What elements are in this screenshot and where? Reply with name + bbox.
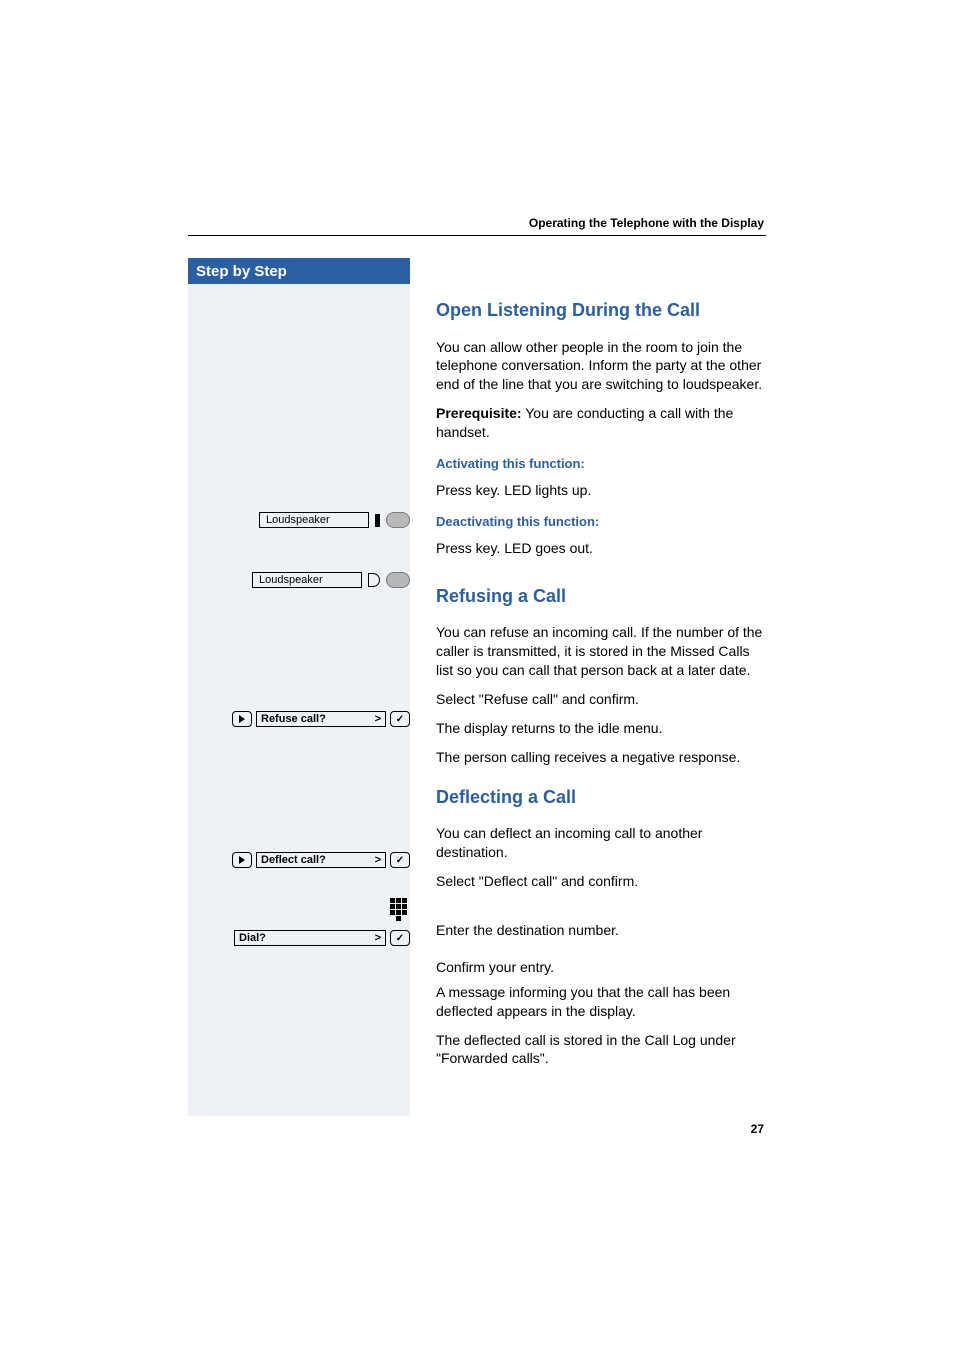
loudspeaker-key-on: Loudspeaker bbox=[259, 512, 410, 528]
nav-next-icon bbox=[232, 711, 252, 727]
keypad-icon-row bbox=[390, 898, 410, 921]
subheading-deactivating: Deactivating this function: bbox=[436, 514, 764, 529]
header-rule bbox=[188, 235, 766, 236]
menu-display: Refuse call? > bbox=[256, 711, 386, 727]
step-text: Press key. LED lights up. bbox=[436, 481, 764, 500]
refuse-call-menu: Refuse call? > bbox=[232, 711, 410, 727]
menu-text: Refuse call? bbox=[261, 713, 326, 725]
dial-menu: Dial? > bbox=[234, 930, 410, 946]
menu-text: Deflect call? bbox=[261, 854, 326, 866]
step-text: Select "Deflect call" and confirm. bbox=[436, 872, 764, 891]
running-head: Operating the Telephone with the Display bbox=[529, 216, 764, 230]
nav-next-icon bbox=[232, 852, 252, 868]
loudspeaker-key-off: Loudspeaker bbox=[252, 572, 410, 588]
heading-open-listening: Open Listening During the Call bbox=[436, 300, 764, 322]
content-column: Open Listening During the Call You can a… bbox=[436, 300, 764, 1078]
subheading-activating: Activating this function: bbox=[436, 456, 764, 471]
confirm-check-icon bbox=[390, 930, 410, 946]
led-on-indicator bbox=[375, 514, 380, 527]
step-text: Enter the destination number. bbox=[436, 921, 764, 940]
key-button-icon bbox=[386, 512, 410, 528]
prerequisite-label: Prerequisite: bbox=[436, 405, 522, 421]
loudspeaker-key-label: Loudspeaker bbox=[259, 512, 369, 528]
sidebar-header: Step by Step bbox=[188, 258, 410, 284]
keypad-icon bbox=[390, 898, 410, 915]
paragraph: You can refuse an incoming call. If the … bbox=[436, 623, 764, 680]
step-text: Press key. LED goes out. bbox=[436, 539, 764, 558]
confirm-check-icon bbox=[390, 711, 410, 727]
chevron-right-icon: > bbox=[375, 932, 381, 944]
menu-display: Dial? > bbox=[234, 930, 386, 946]
key-button-icon bbox=[386, 572, 410, 588]
heading-refusing: Refusing a Call bbox=[436, 586, 764, 608]
paragraph: The deflected call is stored in the Call… bbox=[436, 1031, 764, 1069]
paragraph: Prerequisite: You are conducting a call … bbox=[436, 404, 764, 442]
step-text: Select "Refuse call" and confirm. bbox=[436, 690, 764, 709]
menu-display: Deflect call? > bbox=[256, 852, 386, 868]
menu-text: Dial? bbox=[239, 932, 266, 944]
page-number: 27 bbox=[751, 1122, 764, 1136]
confirm-check-icon bbox=[390, 852, 410, 868]
led-off-indicator bbox=[368, 573, 380, 587]
deflect-call-menu: Deflect call? > bbox=[232, 852, 410, 868]
loudspeaker-key-label: Loudspeaker bbox=[252, 572, 362, 588]
page: Operating the Telephone with the Display… bbox=[0, 0, 954, 1351]
chevron-right-icon: > bbox=[375, 713, 381, 725]
paragraph: You can deflect an incoming call to anot… bbox=[436, 824, 764, 862]
heading-deflecting: Deflecting a Call bbox=[436, 787, 764, 809]
paragraph: A message informing you that the call ha… bbox=[436, 983, 764, 1021]
step-text: Confirm your entry. bbox=[436, 958, 764, 977]
paragraph: You can allow other people in the room t… bbox=[436, 338, 764, 395]
paragraph: The display returns to the idle menu. bbox=[436, 719, 764, 738]
chevron-right-icon: > bbox=[375, 854, 381, 866]
sidebar-body: Loudspeaker Loudspeaker Refuse call? > D… bbox=[188, 284, 410, 1116]
paragraph: The person calling receives a negative r… bbox=[436, 748, 764, 767]
